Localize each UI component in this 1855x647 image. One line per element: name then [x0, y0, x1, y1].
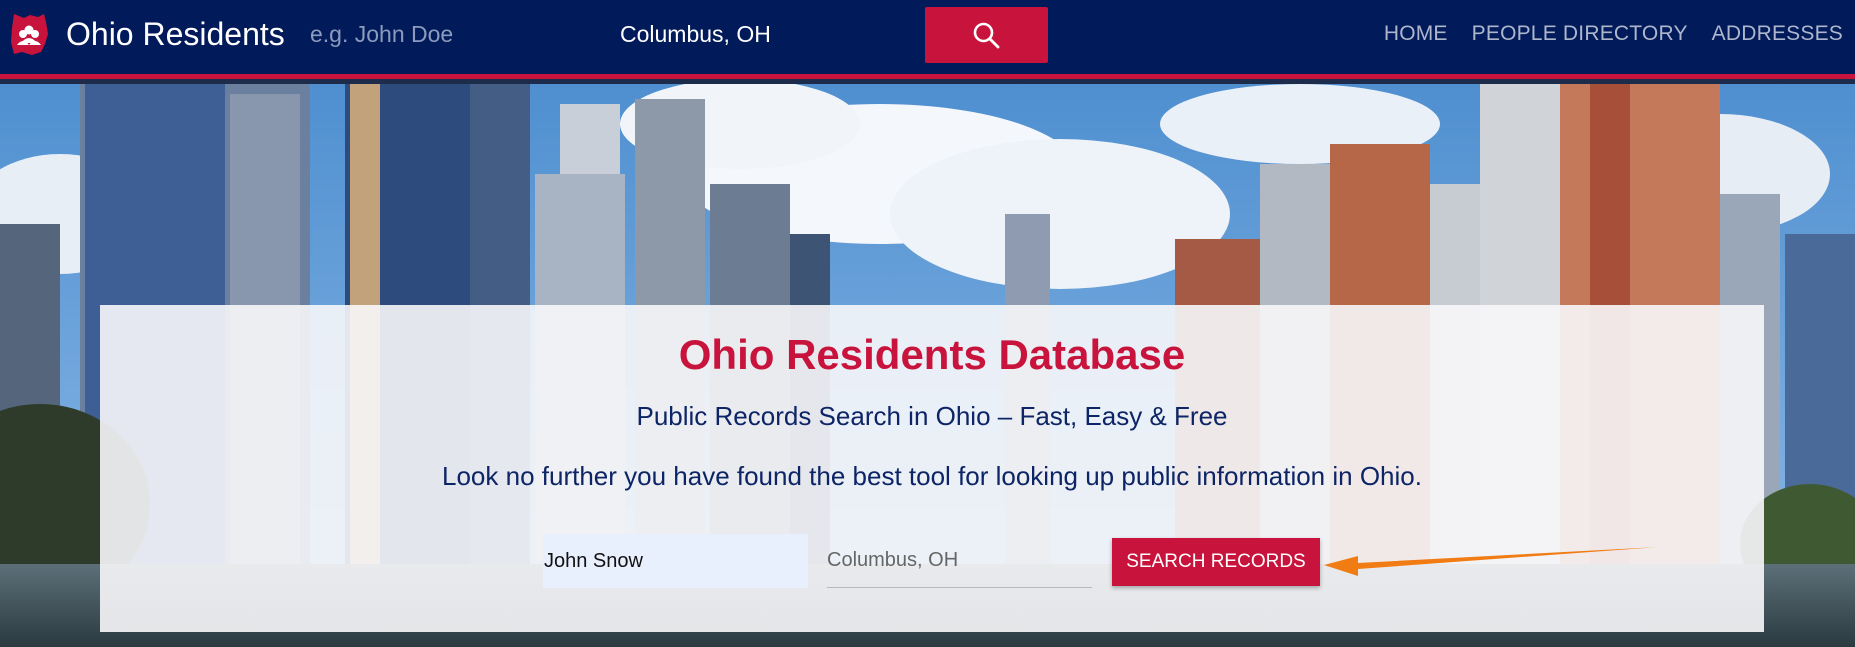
main-nav: HOME PEOPLE DIRECTORY ADDRESSES [1384, 22, 1855, 46]
search-records-button[interactable]: SEARCH RECORDS [1112, 538, 1320, 586]
top-navbar: Ohio Residents HOME PEOPLE DIRECTORY ADD… [0, 0, 1855, 79]
location-search-input[interactable] [827, 534, 1092, 588]
ohio-map-people-icon[interactable] [8, 12, 50, 56]
nav-link-people-directory[interactable]: PEOPLE DIRECTORY [1472, 22, 1688, 46]
page-subtitle: Public Records Search in Ohio – Fast, Ea… [636, 401, 1228, 431]
nav-link-home[interactable]: HOME [1384, 22, 1448, 46]
annotation-arrow-icon [1324, 547, 1658, 576]
nav-name-search-input[interactable] [310, 16, 570, 52]
nav-location-input[interactable] [620, 16, 900, 52]
page-title: Ohio Residents Database [678, 331, 1186, 378]
nav-link-addresses[interactable]: ADDRESSES [1712, 22, 1843, 46]
name-search-input[interactable] [543, 534, 808, 588]
page-description: Look no further you have found the best … [442, 461, 1422, 491]
nav-search-button[interactable] [925, 7, 1048, 63]
search-icon [973, 22, 1000, 49]
brand-title[interactable]: Ohio Residents [66, 16, 285, 53]
